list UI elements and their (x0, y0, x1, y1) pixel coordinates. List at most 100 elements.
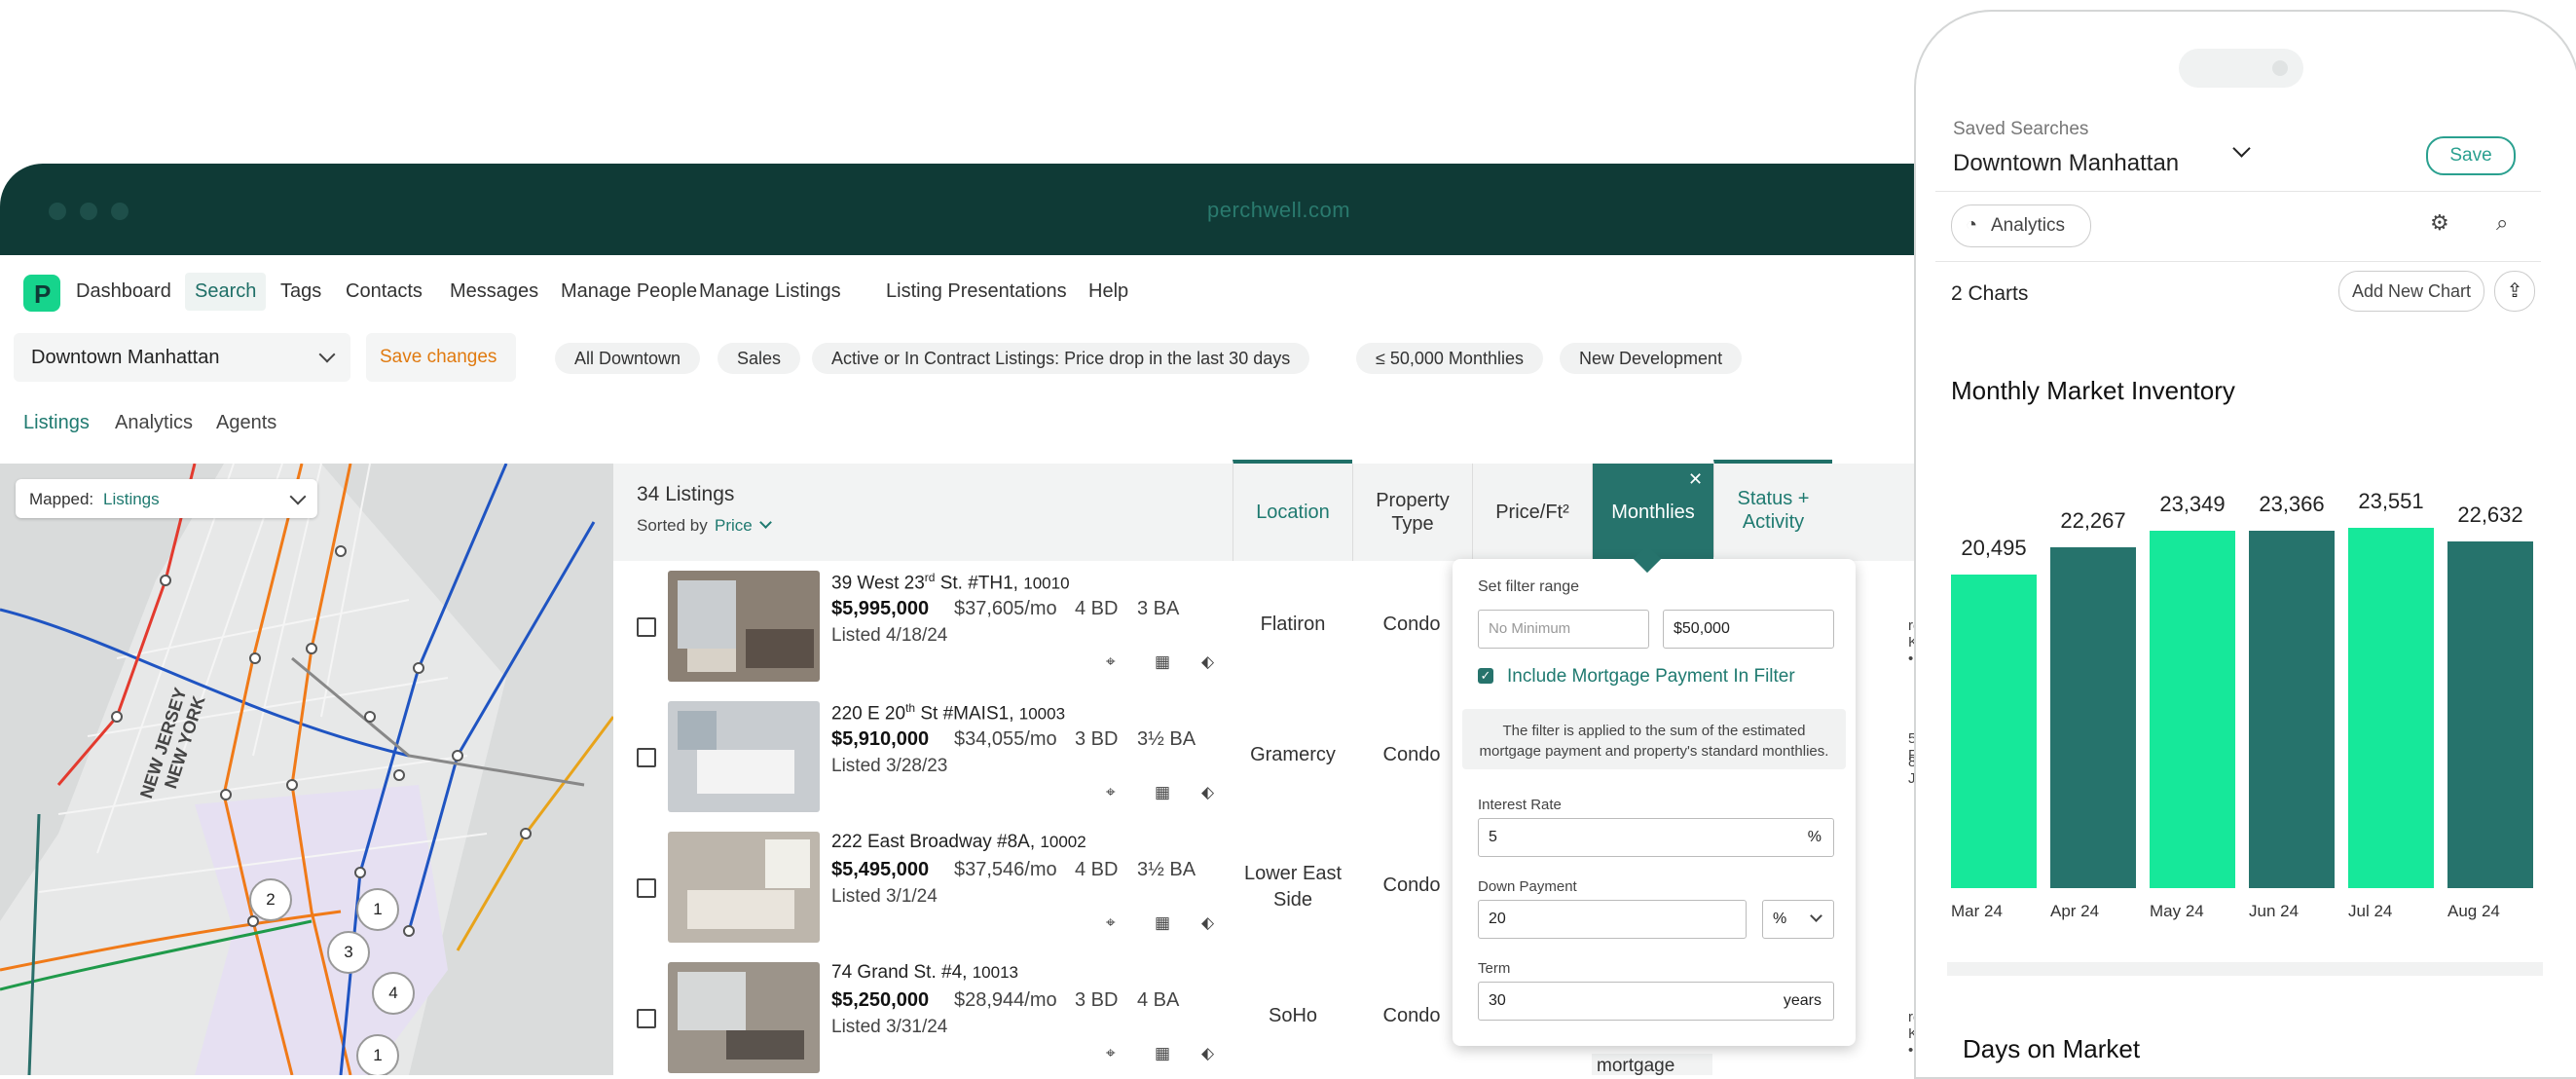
listing-photo[interactable] (668, 571, 820, 682)
map-cluster[interactable]: 1 (356, 888, 399, 931)
listing-date: Listed 3/31/24 (831, 1017, 948, 1037)
map-cluster[interactable]: 3 (327, 931, 370, 974)
term-input[interactable]: 30 years (1478, 982, 1834, 1021)
filter-chip-all-downtown[interactable]: All Downtown (555, 343, 701, 374)
listing-beds: 4 BD (1075, 859, 1119, 880)
nav-dashboard[interactable]: Dashboard (76, 280, 171, 303)
interest-rate-input[interactable]: 5% (1478, 818, 1834, 857)
nav-manage-people[interactable]: Manage People (561, 280, 697, 303)
nav-contacts[interactable]: Contacts (346, 280, 423, 303)
charts-count: 2 Charts (1951, 282, 2029, 305)
listing-address[interactable]: 220 E 20th St #MAIS1, 10003 (831, 701, 1065, 725)
phone-save-button[interactable]: Save (2426, 136, 2516, 175)
chart-bar[interactable] (2348, 528, 2434, 888)
close-icon[interactable]: ✕ (1688, 469, 1703, 490)
chevron-down-icon (289, 488, 307, 505)
tab-analytics[interactable]: Analytics (115, 412, 193, 434)
floorplan-icon[interactable]: ▦ (1155, 652, 1172, 671)
include-mortgage-label[interactable]: Include Mortgage Payment In Filter (1507, 666, 1795, 688)
chart-bar[interactable] (2249, 530, 2335, 888)
browser-window: perchwell.com P Dashboard Search Tags Co… (0, 164, 1937, 1075)
column-header-property-type[interactable]: Property Type (1352, 464, 1472, 561)
row-checkbox[interactable] (637, 617, 656, 637)
nav-messages[interactable]: Messages (450, 280, 538, 303)
phone-saved-search[interactable]: Downtown Manhattan (1953, 150, 2179, 177)
tag-icon[interactable]: ⬖ (1201, 783, 1219, 801)
search-icon[interactable]: ⌕ (2496, 210, 2508, 236)
down-payment-unit-select[interactable]: % (1762, 900, 1834, 939)
map-view[interactable]: NEW JERSEY NEW YORK 2 1 3 4 1 Mapped: Li… (0, 464, 613, 1075)
filter-chip-price-drop[interactable]: Active or In Contract Listings: Price dr… (812, 343, 1310, 374)
saved-search-value: Downtown Manhattan (31, 347, 220, 368)
share-icon[interactable]: ⇪ (2494, 271, 2535, 312)
map-pin-icon[interactable]: ⌖ (1106, 783, 1123, 801)
listing-photo[interactable] (668, 832, 820, 943)
column-header-price-ft[interactable]: Price/Ft² (1472, 464, 1592, 561)
window-minimize-dot[interactable] (80, 203, 97, 220)
window-close-dot[interactable] (49, 203, 66, 220)
min-input[interactable]: No Minimum (1478, 610, 1649, 649)
add-new-chart-button[interactable]: Add New Chart (2338, 271, 2484, 312)
tab-agents[interactable]: Agents (216, 412, 276, 434)
floorplan-icon[interactable]: ▦ (1155, 783, 1172, 801)
floorplan-icon[interactable]: ▦ (1155, 913, 1172, 932)
nav-manage-listings[interactable]: Manage Listings (699, 280, 841, 303)
tag-icon[interactable]: ⬖ (1201, 1044, 1219, 1062)
saved-search-dropdown[interactable]: Downtown Manhattan (14, 333, 350, 382)
listing-address[interactable]: 74 Grand St. #4, 10013 (831, 962, 1018, 984)
map-cluster[interactable]: 1 (356, 1034, 399, 1075)
nav-help[interactable]: Help (1088, 280, 1128, 303)
listing-price: $5,910,000 (831, 728, 930, 750)
chart-bar[interactable] (2150, 531, 2235, 888)
listing-photo[interactable] (668, 701, 820, 812)
listings-count: 34 Listings (637, 483, 735, 505)
chart-title: Monthly Market Inventory (1951, 376, 2235, 405)
down-payment-input[interactable]: 20 (1478, 900, 1747, 939)
tag-icon[interactable]: ⬖ (1201, 652, 1219, 671)
column-header-status-activity[interactable]: Status + Activity (1713, 460, 1832, 557)
filters-icon[interactable]: ⚙ (2430, 210, 2449, 236)
bar-value-label: 23,349 (2159, 492, 2226, 517)
phone-analytics-button[interactable]: ◔ Analytics (1951, 205, 2091, 247)
map-pin-icon[interactable]: ⌖ (1106, 1044, 1123, 1062)
filter-chip-new-development[interactable]: New Development (1560, 343, 1743, 374)
tag-icon[interactable]: ⬖ (1201, 913, 1219, 932)
phone-notch (2179, 49, 2303, 88)
chart-bar[interactable] (2447, 541, 2533, 888)
map-cluster[interactable]: 2 (249, 878, 292, 921)
row-checkbox[interactable] (637, 748, 656, 767)
column-header-location[interactable]: Location (1233, 460, 1352, 561)
row-checkbox[interactable] (637, 878, 656, 898)
mapped-dropdown[interactable]: Mapped: Listings (16, 479, 317, 518)
filter-chip-monthlies[interactable]: ≤ 50,000 Monthlies (1356, 343, 1543, 374)
listing-location: Flatiron (1260, 614, 1326, 635)
section-divider (1947, 962, 2543, 976)
days-on-market-title: Days on Market (1963, 1034, 2141, 1063)
filter-note-box: The filter is applied to the sum of the … (1462, 709, 1846, 769)
saved-searches-label: Saved Searches (1953, 119, 2089, 139)
map-pin-icon[interactable]: ⌖ (1106, 652, 1123, 671)
url-text[interactable]: perchwell.com (1207, 198, 1350, 223)
chart-bar[interactable] (2050, 547, 2136, 888)
nav-tags[interactable]: Tags (280, 280, 321, 303)
chevron-down-icon[interactable] (2232, 139, 2251, 158)
map-pin-icon[interactable]: ⌖ (1106, 913, 1123, 932)
filter-chip-sales[interactable]: Sales (718, 343, 801, 374)
listing-photo[interactable] (668, 962, 820, 1073)
include-mortgage-checkbox[interactable]: ✓ (1478, 668, 1493, 684)
tab-listings[interactable]: Listings (23, 412, 90, 434)
floorplan-icon[interactable]: ▦ (1155, 1044, 1172, 1062)
save-changes-button[interactable]: Save changes (366, 333, 516, 382)
sort-value-dropdown[interactable]: Price (715, 516, 753, 536)
listing-address[interactable]: 222 East Broadway #8A, 10002 (831, 832, 1086, 853)
chart-bar[interactable] (1951, 575, 2037, 888)
subway-map (0, 464, 613, 1075)
nav-search[interactable]: Search (185, 273, 267, 311)
perchwell-logo[interactable]: P (23, 275, 60, 312)
map-cluster[interactable]: 4 (372, 972, 415, 1015)
listing-address[interactable]: 39 West 23rd St. #TH1, 10010 (831, 571, 1070, 594)
row-checkbox[interactable] (637, 1009, 656, 1028)
window-maximize-dot[interactable] (111, 203, 129, 220)
max-input[interactable]: $50,000 (1663, 610, 1834, 649)
nav-listing-presentations[interactable]: Listing Presentations (886, 280, 1067, 303)
